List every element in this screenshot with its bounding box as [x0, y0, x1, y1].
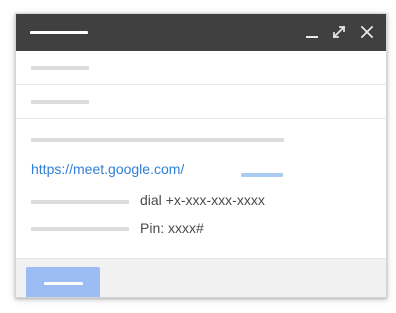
body-line-placeholder: [31, 138, 284, 142]
subject-field[interactable]: [16, 85, 386, 119]
recipients-field[interactable]: [16, 51, 386, 85]
dial-label-placeholder: [31, 200, 129, 204]
compose-window: https://meet.google.com/ dial +x-xxx-xxx…: [15, 13, 387, 298]
message-body[interactable]: https://meet.google.com/ dial +x-xxx-xxx…: [16, 119, 386, 258]
dial-number-text: dial +x-xxx-xxx-xxxx: [140, 192, 265, 208]
send-button-label-placeholder: [44, 282, 83, 285]
meet-code-placeholder: [241, 173, 283, 177]
minimize-icon[interactable]: [305, 23, 321, 41]
compose-titlebar[interactable]: [16, 14, 386, 51]
expand-icon[interactable]: [330, 23, 348, 41]
meet-link[interactable]: https://meet.google.com/: [31, 161, 184, 177]
close-icon[interactable]: [358, 23, 376, 41]
recipients-placeholder: [31, 66, 89, 70]
send-button[interactable]: [26, 267, 100, 297]
pin-text: Pin: xxxx#: [140, 220, 204, 236]
pin-label-placeholder: [31, 227, 129, 231]
title-placeholder: [30, 31, 88, 34]
subject-placeholder: [31, 100, 89, 104]
compose-footer: [16, 258, 386, 297]
